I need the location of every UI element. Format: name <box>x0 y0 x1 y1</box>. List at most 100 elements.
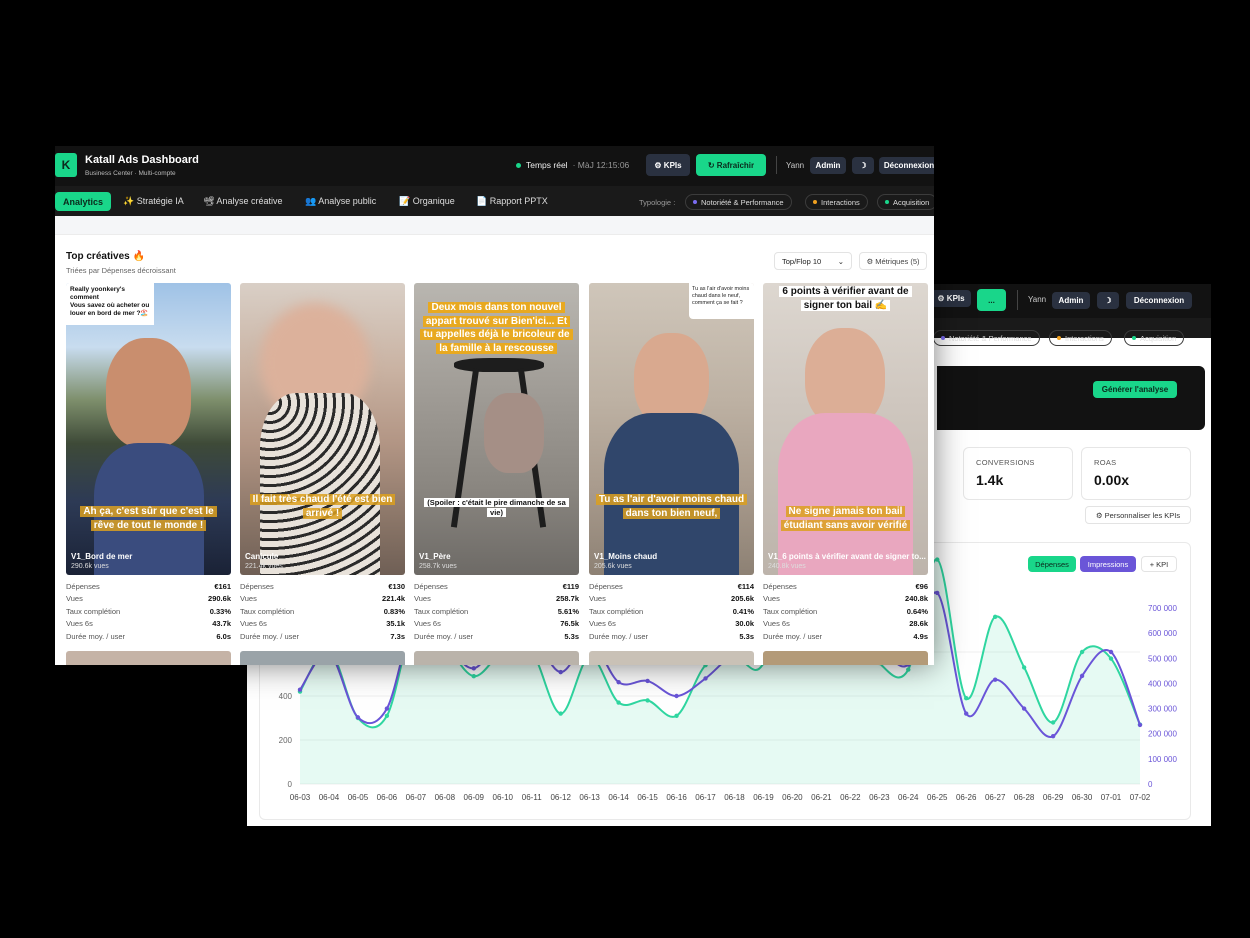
x-tick-label: 06-08 <box>435 793 456 802</box>
x-tick-label: 06-17 <box>695 793 716 802</box>
impressions-point <box>1079 673 1085 679</box>
creative-thumbnail-partial[interactable] <box>763 651 928 665</box>
x-tick-label: 06-24 <box>898 793 919 802</box>
polka-top-shape <box>260 393 380 575</box>
y-right-tick-label: 500 000 <box>1148 654 1177 663</box>
x-tick-label: 06-22 <box>840 793 861 802</box>
impressions-point <box>1108 649 1114 655</box>
section-subtitle: Triées par Dépenses décroissant <box>66 266 176 275</box>
x-tick-label: 06-04 <box>319 793 340 802</box>
creative-name: V1_Moins chaud <box>594 552 658 561</box>
impressions-point <box>558 669 563 675</box>
impressions-point <box>703 676 708 681</box>
tab-analyse-creative[interactable]: 📽 Analyse créative <box>195 192 290 211</box>
x-tick-label: 06-29 <box>1043 793 1064 802</box>
creative-views: 290.6k vues <box>71 563 109 570</box>
x-tick-label: 06-15 <box>637 793 658 802</box>
tab-analytics[interactable]: Analytics <box>55 192 112 211</box>
last-update: · MàJ 12:15:06 <box>572 160 630 170</box>
x-tick-label: 07-01 <box>1101 793 1122 802</box>
comment-bubble: Tu as l'air d'avoir moins chaud dans le … <box>689 283 754 319</box>
creative-thumbnail-partial[interactable] <box>589 651 754 665</box>
creative-thumbnail[interactable]: Il fait très chaud l'été est bien arrivé… <box>240 283 405 575</box>
live-dot-icon <box>516 162 521 168</box>
spend-point <box>1079 649 1085 655</box>
typology-label: Typologie : <box>639 198 676 207</box>
impressions-point <box>1021 706 1027 711</box>
x-tick-label: 06-20 <box>782 793 803 802</box>
caption-overlay: Ah ça, c'est sûr que c'est le rêve de to… <box>72 505 225 532</box>
moon-icon[interactable]: ☽ <box>852 157 874 174</box>
impressions-point <box>355 715 361 720</box>
caption-overlay: Il fait très chaud l'été est bien arrivé… <box>246 493 399 520</box>
y-right-tick-label: 200 000 <box>1148 730 1177 739</box>
chip-notoriete[interactable]: Notoriété & Performance <box>685 194 792 210</box>
app-title: Katall Ads Dashboard <box>85 154 199 166</box>
logout-button[interactable]: Déconnexion <box>879 157 934 174</box>
creative-card[interactable]: Really yoonkery's comment Vous savez où … <box>66 283 231 643</box>
app-header: K Katall Ads Dashboard Business Center ·… <box>55 146 934 186</box>
creative-stats: Dépenses €96 Vues 240.8k Taux complétion 0.… <box>763 581 928 641</box>
spend-point <box>1108 656 1114 661</box>
dot-icon <box>885 200 889 204</box>
y-left-tick-label: 200 <box>279 736 293 745</box>
spend-point <box>471 674 476 679</box>
comment-bubble: Really yoonkery's comment Vous savez où … <box>66 283 154 325</box>
creative-thumbnail[interactable]: Really yoonkery's comment Vous savez où … <box>66 283 231 575</box>
metrics-button[interactable]: ⚙ Métriques (5) <box>859 252 927 270</box>
spend-point <box>935 557 940 562</box>
live-label: Temps réel <box>526 160 568 170</box>
y-left-tick-label: 400 <box>279 692 293 701</box>
x-tick-label: 06-16 <box>666 793 687 802</box>
section-title: Top créatives 🔥 <box>66 251 145 262</box>
chip-interactions[interactable]: Interactions <box>805 194 868 210</box>
creative-thumbnail-partial[interactable] <box>414 651 579 665</box>
spend-point <box>384 713 390 718</box>
x-tick-label: 06-21 <box>811 793 832 802</box>
creative-thumbnail[interactable]: Deux mois dans ton nouvel appart trouvé … <box>414 283 579 575</box>
creative-card[interactable]: Il fait très chaud l'été est bien arrivé… <box>240 283 405 643</box>
caption-overlay: Ne signe jamais ton bail étudiant sans a… <box>769 505 922 532</box>
y-right-tick-label: 600 000 <box>1148 629 1177 638</box>
creative-stats: Dépenses €119 Vues 258.7k Taux complétion 5… <box>414 581 579 641</box>
tab-organique[interactable]: 📝 Organique <box>391 192 463 211</box>
chevron-down-icon: ⌄ <box>837 256 844 266</box>
x-tick-label: 06-30 <box>1072 793 1093 802</box>
pink-shirt-shape <box>778 413 913 575</box>
tab-strategie-ia[interactable]: ✨ Stratégie IA <box>115 192 192 211</box>
impressions-point <box>1050 734 1056 739</box>
caption-overlay-top: Deux mois dans ton nouvel appart trouvé … <box>420 301 573 355</box>
live-status: Temps réel · MàJ 12:15:06 <box>516 160 629 170</box>
chip-acquisition[interactable]: Acquisition <box>877 194 934 210</box>
x-tick-label: 06-13 <box>579 793 600 802</box>
refresh-button[interactable]: ↻ Rafraîchir <box>696 154 766 176</box>
creative-thumbnail-partial[interactable] <box>66 651 231 665</box>
tab-rapport-pptx[interactable]: 📄 Rapport PPTX <box>468 192 556 211</box>
spend-point <box>616 700 621 705</box>
impressions-point <box>616 679 621 685</box>
creative-card[interactable]: Tu as l'air d'avoir moins chaud dans le … <box>589 283 754 643</box>
x-tick-label: 06-09 <box>464 793 485 802</box>
divider <box>776 156 777 174</box>
impressions-point <box>964 711 969 716</box>
creative-name: Canicule <box>245 552 279 561</box>
creative-card[interactable]: Deux mois dans ton nouvel appart trouvé … <box>414 283 579 643</box>
app-logo: K <box>55 153 77 177</box>
x-tick-label: 06-28 <box>1014 793 1035 802</box>
creative-thumbnail[interactable]: 6 points à vérifier avant de signer ton … <box>763 283 928 575</box>
creative-thumbnail[interactable]: Tu as l'air d'avoir moins chaud dans le … <box>589 283 754 575</box>
x-tick-label: 07-02 <box>1130 793 1151 802</box>
creative-card[interactable]: 6 points à vérifier avant de signer ton … <box>763 283 928 643</box>
kpis-button[interactable]: ⚙ KPIs <box>646 154 690 176</box>
creative-views: 240.8k vues <box>768 563 806 570</box>
caption-overlay: Tu as l'air d'avoir moins chaud dans ton… <box>595 493 748 520</box>
caption-overlay: (Spoiler : c'était le pire dimanche de s… <box>420 498 573 518</box>
tab-analyse-public[interactable]: 👥 Analyse public <box>297 192 384 211</box>
creative-thumbnail-partial[interactable] <box>240 651 405 665</box>
top-flop-select[interactable]: Top/Flop 10 ⌄ <box>774 252 852 270</box>
spend-point <box>674 713 679 718</box>
impressions-point <box>297 687 303 692</box>
user-name: Yann <box>786 161 805 170</box>
app-subtitle: Business Center · Multi-compte <box>85 170 176 177</box>
creative-name: V1_Père <box>419 552 451 561</box>
